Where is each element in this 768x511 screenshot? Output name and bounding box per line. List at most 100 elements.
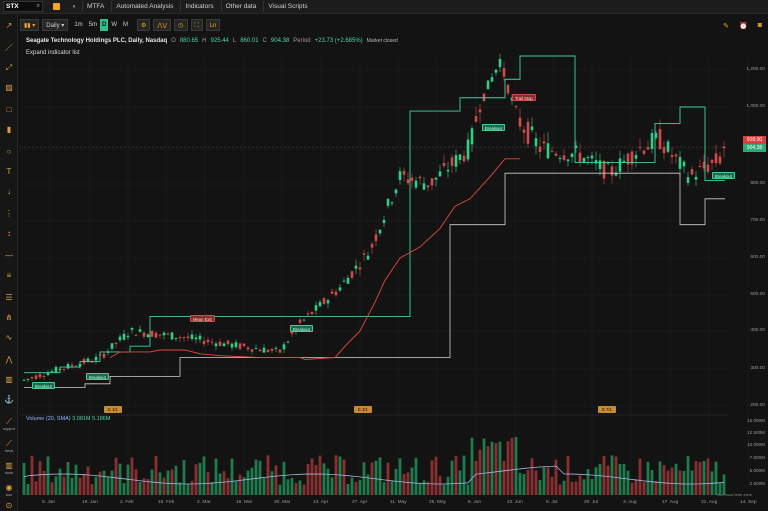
signal-marker[interactable]: Trail Stop [512,94,536,101]
volume-bar [646,461,650,495]
candle-body [174,337,178,340]
candle-body [582,157,586,163]
candle-body [666,141,670,152]
candle-body [410,177,414,181]
timezone-note: Your local time zone [716,492,752,497]
volume-bar [454,456,458,495]
signal-marker[interactable]: Breakout [482,124,505,131]
volume-bar [466,484,470,495]
volume-bar [670,467,674,495]
trading-app: STX ⌕ ▾ MTFA Automated Analysis Indicato… [0,0,768,511]
volume-bar [654,481,658,495]
candle-body [246,347,250,350]
volume-bar [378,457,382,495]
candle-body [578,152,582,162]
candle-body [314,305,318,311]
volume-bar [346,484,350,495]
candle-body [258,349,262,352]
candle-body [338,287,342,291]
candle-body [658,129,662,150]
volume-bar [350,477,354,495]
volume-bar [50,482,54,495]
volume-bar [542,467,546,495]
volume-bar [514,436,518,495]
candle-body [350,271,354,278]
candle-body [686,177,690,183]
candle-body [422,183,426,190]
candle-body [38,374,42,378]
volume-bar [374,460,378,495]
candle-body [490,77,494,82]
candle-body [150,330,154,337]
volume-bar [486,446,490,495]
volume-bar [638,458,642,495]
volume-bar [422,480,426,495]
volume-bar [702,461,706,495]
signal-marker[interactable]: Mean Exit [190,315,215,322]
earnings-badge[interactable]: E 7/1 [598,406,616,413]
candle-body [250,349,254,352]
volume-bar [306,464,310,495]
candle-body [438,171,442,177]
candle-body [450,157,454,166]
time-axis-label: 5. Jan [42,500,56,505]
candle-body [154,332,158,338]
candle-body [398,171,402,181]
time-axis-label: 22. Jun [507,500,523,505]
volume-bar [606,465,610,495]
volume-axis-label: 10.000M [747,442,765,447]
candle-body [618,158,622,172]
volume-bar [330,477,334,495]
volume-axis-label: 2.500M [749,481,765,486]
candle-body [262,347,266,353]
candle-body [146,334,150,337]
volume-bar [278,484,282,495]
candle-body [698,165,702,167]
volume-bar [602,455,606,495]
last-close-price-tag: 904.38 [743,144,766,152]
candle-body [126,335,130,338]
candle-body [662,147,666,154]
volume-bar [234,480,238,495]
signal-marker[interactable]: Breakout [86,373,109,380]
candle-body [390,202,394,204]
candle-body [546,143,550,159]
volume-bar [282,461,286,495]
candle-body [454,155,458,167]
candle-body [186,336,190,338]
earnings-badge[interactable]: E 1/1 [104,406,122,413]
volume-bar [62,476,66,495]
volume-bar [310,458,314,495]
volume-bar [434,456,438,495]
trailing-stop-line [109,158,520,360]
candle-body [286,341,290,343]
volume-bar [302,484,306,495]
price-axis-label: 400.00 [750,328,765,333]
candle-body [458,154,462,160]
volume-bar [250,467,254,495]
volume-bar [482,438,486,495]
volume-bar [626,470,630,495]
signal-marker[interactable]: Breakout [32,382,55,389]
volume-bar [686,455,690,495]
candle-body [214,343,218,347]
earnings-badge[interactable]: E 3/1 [354,406,372,413]
candle-body [346,277,350,284]
candle-body [178,337,182,339]
price-chart[interactable] [0,0,768,511]
candle-body [462,155,466,162]
candle-body [690,169,694,175]
signal-marker[interactable]: Breakout [712,172,735,179]
candle-body [266,349,270,352]
candle-body [470,128,474,145]
volume-bar [634,479,638,495]
price-axis-label: 800.00 [750,181,765,186]
volume-bar [274,465,278,495]
candle-body [238,343,242,349]
signal-marker[interactable]: Breakout [290,325,313,332]
volume-bar [106,476,110,495]
price-axis-label: 300.00 [750,366,765,371]
candle-body [34,375,38,380]
candle-body [598,160,602,170]
candle-body [130,328,134,330]
